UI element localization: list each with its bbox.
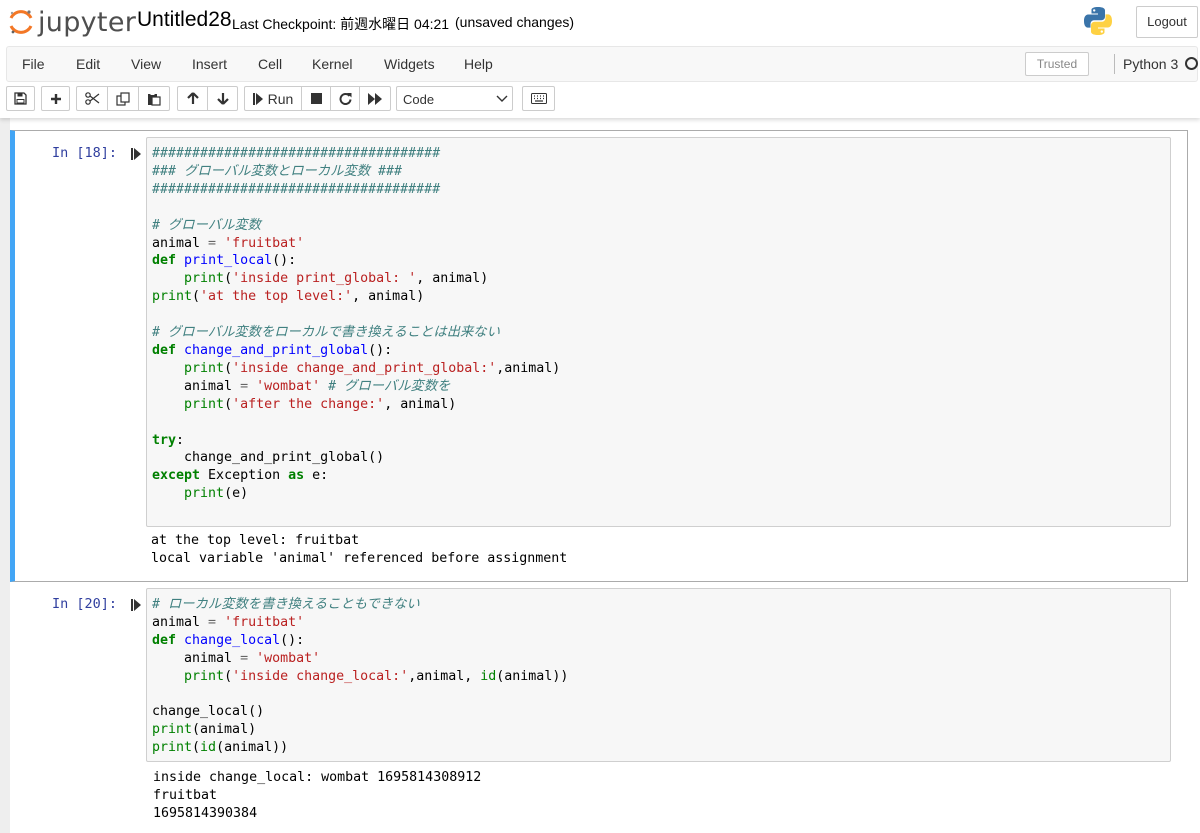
kernel-idle-icon xyxy=(1185,57,1198,70)
paste-button[interactable] xyxy=(138,86,170,111)
code-text[interactable]: # ローカル変数を書き換えることもできない animal = 'fruitbat… xyxy=(152,596,568,757)
notebook-name[interactable]: Untitled28 xyxy=(137,8,232,32)
run-label: Run xyxy=(267,90,294,107)
jupyter-logo[interactable]: jupyter xyxy=(8,6,136,38)
move-down-button[interactable] xyxy=(207,86,238,111)
run-cell-icon[interactable] xyxy=(131,148,141,160)
trusted-indicator[interactable]: Trusted xyxy=(1025,52,1089,76)
code-input[interactable]: # ローカル変数を書き換えることもできない animal = 'fruitbat… xyxy=(146,588,1171,762)
command-palette-button[interactable] xyxy=(522,86,555,111)
save-icon xyxy=(14,92,27,105)
cell-output: inside change_local: wombat 169581430891… xyxy=(153,770,482,821)
save-button[interactable] xyxy=(6,86,35,111)
move-up-button[interactable] xyxy=(177,86,208,111)
menu-view[interactable]: View xyxy=(131,56,161,72)
cell-output: at the top level: fruitbat local variabl… xyxy=(151,533,568,566)
menu-file[interactable]: File xyxy=(22,56,45,72)
menu-help[interactable]: Help xyxy=(464,56,493,72)
plus-icon xyxy=(50,93,61,104)
chevron-down-icon xyxy=(496,95,508,102)
input-prompt: In [18]: xyxy=(52,145,118,161)
input-prompt: In [20]: xyxy=(52,596,118,612)
step-forward-icon xyxy=(252,92,263,105)
logo-text: jupyter xyxy=(38,7,137,38)
header: jupyter Untitled28 Last Checkpoint: 前週水曜… xyxy=(0,0,1200,118)
logout-button[interactable]: Logout xyxy=(1136,6,1198,38)
notebook-container: In [18]: ###############################… xyxy=(10,118,1200,833)
restart-icon xyxy=(339,93,351,105)
menubar-divider xyxy=(1114,54,1115,74)
run-button[interactable]: Run xyxy=(244,86,302,111)
cut-icon xyxy=(84,92,99,105)
cell-type-select[interactable]: Code xyxy=(396,86,513,111)
menu-edit[interactable]: Edit xyxy=(76,56,100,72)
arrow-down-icon xyxy=(216,93,229,105)
copy-icon xyxy=(116,91,130,106)
stop-icon xyxy=(310,93,322,104)
code-text[interactable]: #################################### ###… xyxy=(152,145,560,503)
menu-insert[interactable]: Insert xyxy=(192,56,227,72)
keyboard-icon xyxy=(530,93,547,104)
autosave-status: (unsaved changes) xyxy=(455,14,575,30)
restart-run-all-button[interactable] xyxy=(359,86,391,111)
jupyter-ring-icon xyxy=(9,10,33,34)
code-cell[interactable]: In [18]: ###############################… xyxy=(10,130,1188,582)
checkpoint-status: Last Checkpoint: 前週水曜日 04:21 xyxy=(232,16,450,32)
cut-button[interactable] xyxy=(76,86,108,111)
fast-forward-icon xyxy=(368,92,382,105)
run-cell-icon[interactable] xyxy=(131,599,141,611)
cell-type-value: Code xyxy=(403,92,435,107)
code-cell[interactable]: In [20]: # ローカル変数を書き換えることもできない animal = … xyxy=(10,584,1188,833)
arrow-up-icon xyxy=(186,92,199,104)
paste-icon xyxy=(148,92,161,106)
menu-kernel[interactable]: Kernel xyxy=(312,56,352,72)
toolbar: Run Code xyxy=(0,84,1200,116)
menubar: File Edit View Insert Cell Kernel Widget… xyxy=(6,46,1198,82)
insert-cell-button[interactable] xyxy=(41,86,70,111)
restart-button[interactable] xyxy=(330,86,360,111)
code-input[interactable]: #################################### ###… xyxy=(146,137,1171,527)
menu-cell[interactable]: Cell xyxy=(258,56,282,72)
copy-button[interactable] xyxy=(107,86,139,111)
interrupt-button[interactable] xyxy=(301,86,331,111)
kernel-name[interactable]: Python 3 xyxy=(1123,56,1178,72)
menu-widgets[interactable]: Widgets xyxy=(384,56,435,72)
python-logo-icon xyxy=(1084,7,1112,35)
